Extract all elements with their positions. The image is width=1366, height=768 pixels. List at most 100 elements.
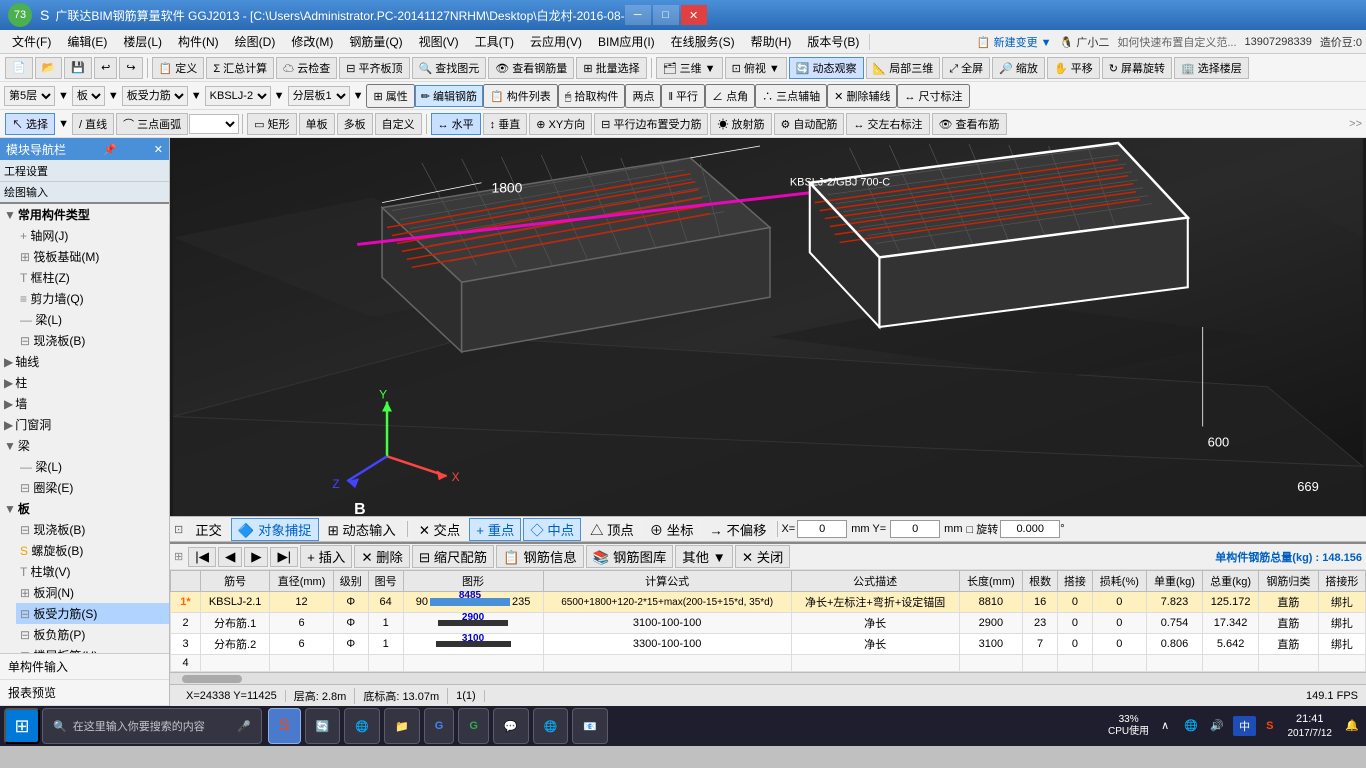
tb-fullscreen[interactable]: ⤢ 全屏 (942, 57, 990, 79)
tree-beam-group[interactable]: ▼梁 (0, 435, 169, 456)
start-button[interactable]: ⊞ (4, 708, 40, 744)
tree-slab-group[interactable]: ▼板 (0, 498, 169, 519)
tree-beam-L[interactable]: — 梁(L) (16, 456, 169, 477)
menu-help[interactable]: 帮助(H) (743, 31, 800, 52)
tb-view-rebar[interactable]: 👁 查看钢筋量 (488, 57, 574, 79)
menu-modify[interactable]: 修改(M) (283, 31, 341, 52)
network-icon[interactable]: 🌐 (1181, 716, 1201, 736)
task-icon-7[interactable]: 💬 (493, 708, 529, 744)
tb-auto-config[interactable]: ⚙ 自动配筋 (774, 113, 845, 135)
tb-horizontal[interactable]: ↔ 水平 (431, 113, 481, 135)
tree-floor-rebar[interactable]: ⊟ 楼层板筋(H) (16, 645, 169, 653)
menu-draw[interactable]: 绘图(D) (227, 31, 284, 52)
tb-pan[interactable]: ✋ 平移 (1047, 57, 1100, 79)
menu-file[interactable]: 文件(F) (4, 31, 59, 52)
tb-save[interactable]: 💾 (64, 57, 92, 79)
tb-batch-select[interactable]: ⊞ 批量选择 (576, 57, 646, 79)
code-select[interactable]: KBSLJ-2 (205, 86, 271, 106)
hscroll-thumb[interactable] (182, 675, 242, 683)
menu-online[interactable]: 在线服务(S) (663, 31, 743, 52)
tb-multi-slab[interactable]: 多板 (337, 113, 373, 135)
dt-close[interactable]: ✕ 关闭 (735, 545, 791, 568)
tb-zoom[interactable]: 🔎 缩放 (992, 57, 1045, 79)
tree-column[interactable]: ▶柱 (0, 372, 169, 393)
notification-icon[interactable]: 🔔 (1342, 716, 1362, 736)
nav-next[interactable]: ▶ (244, 547, 268, 567)
tb-single-slab[interactable]: 单板 (299, 113, 335, 135)
tree-shear-wall[interactable]: ≡ 剪力墙(Q) (16, 288, 169, 309)
snap-coord[interactable]: ⊕ 坐标 (643, 518, 701, 541)
mic-icon[interactable]: 🎤 (237, 720, 251, 733)
task-icon-2[interactable]: 🔄 (305, 708, 341, 744)
draw-input[interactable]: 绘图输入 (0, 182, 169, 204)
tb-three-point-aux[interactable]: ∴ 三点辅轴 (755, 84, 827, 108)
task-icon-3[interactable]: 🌐 (344, 708, 380, 744)
tb-select[interactable]: ↖ 选择 (5, 113, 55, 135)
table-hscroll[interactable] (170, 672, 1366, 684)
dt-scale-rebar[interactable]: ⊟ 缩尺配筋 (412, 545, 494, 568)
tb-sum[interactable]: Σ 汇总计算 (206, 57, 274, 79)
tree-neg-rebar[interactable]: ⊟ 板负筋(P) (16, 624, 169, 645)
tree-wall[interactable]: ▶墙 (0, 393, 169, 414)
tb-vertical[interactable]: ↕ 垂直 (483, 113, 528, 135)
antivirus-icon[interactable]: S (1262, 720, 1277, 732)
menu-component[interactable]: 构件(N) (170, 31, 227, 52)
tb-delete-aux[interactable]: ✕ 删除辅线 (827, 84, 897, 108)
tb-local-3d[interactable]: 📐 局部三维 (866, 57, 941, 79)
dt-rebar-info[interactable]: 📋 钢筋信息 (496, 545, 584, 568)
maximize-button[interactable]: □ (653, 5, 679, 25)
tree-slab-hole[interactable]: ⊞ 板洞(N) (16, 582, 169, 603)
tb-custom[interactable]: 自定义 (375, 113, 422, 135)
dt-rebar-lib[interactable]: 📚 钢筋图库 (586, 545, 674, 568)
tree-slab-rebar[interactable]: ⊟ 板受力筋(S) (16, 603, 169, 624)
snap-no-offset[interactable]: → 不偏移 (702, 518, 773, 541)
snap-vertex[interactable]: △ 顶点 (583, 518, 641, 541)
x-input[interactable] (797, 520, 847, 538)
task-gjd-app[interactable]: S (268, 708, 301, 744)
tb-redo[interactable]: ↪ (119, 57, 142, 79)
line-type-select[interactable] (189, 114, 239, 134)
datetime[interactable]: 21:41 2017/7/12 (1284, 712, 1337, 739)
task-icon-8[interactable]: 🌐 (533, 708, 569, 744)
menu-tools[interactable]: 工具(T) (467, 31, 522, 52)
tb-new[interactable]: 📄 (5, 57, 33, 79)
table-scroll-container[interactable]: 筋号 直径(mm) 级别 图号 图形 计算公式 公式描述 长度(mm) 根数 搭… (170, 570, 1366, 672)
menu-cloud-app[interactable]: 云应用(V) (522, 31, 590, 52)
tb-rect[interactable]: ▭ 矩形 (247, 113, 296, 135)
tree-raft-foundation[interactable]: ⊞ 筏板基础(M) (16, 246, 169, 267)
tb-edit-rebar[interactable]: ✏ 编辑钢筋 (415, 85, 483, 107)
tb-line[interactable]: / 直线 (72, 113, 114, 135)
table-row[interactable]: 3 分布筋.2 6 Φ 1 3100 (171, 634, 1366, 655)
tree-ring-beam[interactable]: ⊟ 圈梁(E) (16, 477, 169, 498)
snap-object[interactable]: 🔷 对象捕捉 (231, 518, 319, 541)
tree-door-window[interactable]: ▶门窗洞 (0, 414, 169, 435)
task-icon-9[interactable]: 📧 (572, 708, 608, 744)
snap-intersection[interactable]: ✕ 交点 (412, 518, 468, 541)
rotate-input[interactable] (1000, 520, 1060, 538)
report-preview[interactable]: 报表预览 (0, 680, 169, 706)
y-input[interactable] (890, 520, 940, 538)
snap-orthogonal[interactable]: 正交 (188, 518, 229, 541)
menu-bim-app[interactable]: BIM应用(I) (590, 31, 663, 52)
tb-parallel-rebar[interactable]: ⊟ 平行边布置受力筋 (594, 113, 708, 135)
tb-3d[interactable]: 🗂 三维 ▼ (656, 57, 723, 79)
type-select[interactable]: 板 (72, 86, 105, 106)
rebar-type-select[interactable]: 板受力筋 (122, 86, 188, 106)
tb-top-view[interactable]: ⊡ 俯视 ▼ (725, 57, 787, 79)
dt-delete[interactable]: ✕ 删除 (354, 545, 410, 568)
menu-rebar-qty[interactable]: 钢筋量(Q) (341, 31, 410, 52)
task-search[interactable]: 🔍 在这里输入你要搜索的内容 🎤 (42, 708, 262, 744)
table-row[interactable]: 1* KBSLJ-2.1 12 Φ 64 90 8485 (171, 592, 1366, 613)
tree-frame-column[interactable]: T 框柱(Z) (16, 267, 169, 288)
tb-screen-rotate[interactable]: ↻ 屏幕旋转 (1102, 57, 1172, 79)
expand-tray[interactable]: ∧ (1155, 716, 1175, 736)
viewport-3d[interactable]: 1800 (170, 138, 1366, 516)
volume-icon[interactable]: 🔊 (1207, 716, 1227, 736)
dt-other[interactable]: 其他 ▼ (675, 545, 733, 568)
tb-dimension[interactable]: ↔ 尺寸标注 (897, 84, 969, 108)
tree-cast-slab2[interactable]: ⊟ 现浇板(B) (16, 519, 169, 540)
new-change-btn[interactable]: 📋 新建变更 ▼ (977, 34, 1052, 50)
snap-center[interactable]: ◇ 中点 (523, 518, 581, 541)
tree-cast-slab[interactable]: ⊟ 现浇板(B) (16, 330, 169, 351)
task-icon-5[interactable]: G (424, 708, 455, 744)
